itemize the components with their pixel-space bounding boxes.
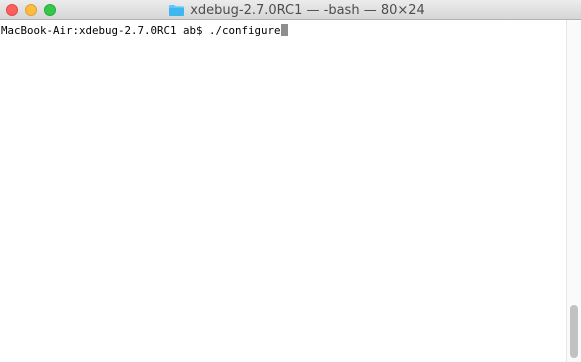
- terminal-content[interactable]: MacBook-Air:xdebug-2.7.0RC1 ab$ ./config…: [0, 20, 566, 362]
- window-title-group: xdebug-2.7.0RC1 — -bash — 80×24: [0, 0, 581, 20]
- folder-icon: [169, 4, 185, 16]
- terminal-window: xdebug-2.7.0RC1 — -bash — 80×24 MacBook-…: [0, 0, 581, 362]
- shell-prompt: MacBook-Air:xdebug-2.7.0RC1 ab$: [1, 24, 210, 37]
- text-cursor: [280, 24, 288, 36]
- command-text: ./configure: [209, 24, 281, 37]
- scrollbar-thumb[interactable]: [570, 305, 578, 358]
- vertical-scrollbar[interactable]: [566, 20, 581, 362]
- title-bar[interactable]: xdebug-2.7.0RC1 — -bash — 80×24: [0, 0, 581, 20]
- window-title: xdebug-2.7.0RC1 — -bash — 80×24: [190, 2, 425, 18]
- command-line: MacBook-Air:xdebug-2.7.0RC1 ab$ ./config…: [1, 24, 288, 38]
